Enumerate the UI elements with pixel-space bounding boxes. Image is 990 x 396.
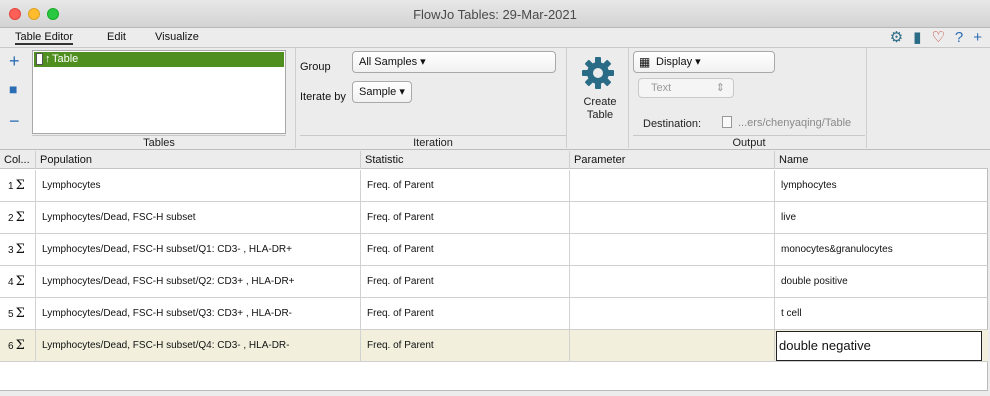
table-icon: ↑ — [45, 53, 51, 65]
create-table-label[interactable]: Create Table — [578, 96, 622, 122]
table-row[interactable]: 1Σ Lymphocytes Freq. of Parent lymphocyt… — [0, 170, 988, 202]
table-row-selected[interactable]: 6Σ Lymphocytes/Dead, FSC-H subset/Q4: CD… — [0, 330, 988, 362]
format-select-value: Text — [651, 82, 672, 94]
name-edit-field[interactable]: double negative — [776, 331, 982, 361]
duplicate-table-icon[interactable]: ■ — [9, 80, 17, 98]
row-index: 3Σ — [0, 234, 36, 266]
menu-table-editor[interactable]: Table Editor — [15, 31, 74, 45]
table-row[interactable]: 3Σ Lymphocytes/Dead, FSC-H subset/Q1: CD… — [0, 234, 988, 266]
statistic-cell[interactable]: Freq. of Parent — [361, 330, 570, 362]
statistic-cell[interactable]: Freq. of Parent — [361, 266, 570, 298]
row-index: 1Σ — [0, 170, 36, 202]
statistic-cell[interactable]: Freq. of Parent — [361, 202, 570, 234]
column-header-population[interactable]: Population — [36, 151, 361, 169]
column-header-parameter[interactable]: Parameter — [570, 151, 775, 169]
divider — [295, 48, 296, 148]
name-cell[interactable]: t cell — [775, 298, 988, 330]
population-cell[interactable]: Lymphocytes/Dead, FSC-H subset/Q2: CD3+ … — [36, 266, 361, 298]
tables-section-label: Tables — [32, 135, 286, 149]
display-dropdown[interactable]: ▦ Display ▾ — [633, 51, 775, 73]
table-item-label: Table — [52, 53, 79, 65]
menu-edit[interactable]: Edit — [107, 31, 126, 43]
sigma-icon: Σ — [15, 306, 25, 321]
table-list-item[interactable]: ↑ Table — [34, 52, 284, 67]
gear-icon[interactable]: ⚙ — [890, 29, 903, 47]
output-section-label: Output — [633, 135, 865, 149]
table-row[interactable]: 5Σ Lymphocytes/Dead, FSC-H subset/Q3: CD… — [0, 298, 988, 330]
window-title: FlowJo Tables: 29-Mar-2021 — [413, 7, 577, 22]
name-cell[interactable]: lymphocytes — [775, 170, 988, 202]
parameter-cell[interactable] — [570, 298, 775, 330]
group-dropdown[interactable]: All Samples ▾ — [352, 51, 556, 73]
destination-path[interactable]: ...ers/chenyaqing/Table — [722, 116, 851, 129]
create-label-line1: Create — [583, 96, 617, 108]
create-label-line2: Table — [586, 109, 614, 121]
column-header-col[interactable]: Col... — [0, 151, 36, 169]
divider — [866, 48, 867, 148]
menu-bar: Table Editor Edit Visualize ⚙ ▮ ♡ ? + — [0, 28, 990, 48]
help-icon[interactable]: ? — [955, 29, 963, 47]
sigma-icon: Σ — [15, 178, 25, 193]
menu-visualize[interactable]: Visualize — [155, 31, 199, 43]
stepper-arrows-icon: ⇕ — [715, 82, 725, 94]
table-grid-icon: ▦ — [639, 55, 651, 69]
parameter-cell[interactable] — [570, 170, 775, 202]
row-index: 2Σ — [0, 202, 36, 234]
heart-icon[interactable]: ♡ — [931, 29, 944, 47]
column-header-name[interactable]: Name — [775, 151, 988, 169]
statistic-cell[interactable]: Freq. of Parent — [361, 170, 570, 202]
parameter-cell[interactable] — [570, 266, 775, 298]
column-header-statistic[interactable]: Statistic — [361, 151, 570, 169]
parameter-cell[interactable] — [570, 234, 775, 266]
parameter-cell[interactable] — [570, 202, 775, 234]
display-dropdown-label: Display ▾ — [656, 56, 701, 68]
population-cell[interactable]: Lymphocytes/Dead, FSC-H subset/Q3: CD3+ … — [36, 298, 361, 330]
iterate-by-dropdown[interactable]: Sample ▾ — [352, 81, 412, 103]
statistics-table: Col... Population Statistic Parameter Na… — [0, 151, 988, 391]
sigma-icon: Σ — [15, 242, 25, 257]
title-bar: FlowJo Tables: 29-Mar-2021 — [0, 0, 990, 28]
row-index: 5Σ — [0, 298, 36, 330]
destination-label: Destination: — [643, 118, 702, 130]
destination-path-text: ...ers/chenyaqing/Table — [738, 117, 852, 129]
name-cell[interactable]: live — [775, 202, 988, 234]
population-cell[interactable]: Lymphocytes/Dead, FSC-H subset/Q4: CD3- … — [36, 330, 361, 362]
sigma-icon: Σ — [15, 210, 25, 225]
statistic-cell[interactable]: Freq. of Parent — [361, 234, 570, 266]
group-label: Group — [300, 61, 331, 73]
plus-icon[interactable]: + — [973, 29, 982, 47]
divider — [628, 48, 629, 148]
bookmark-icon[interactable]: ▮ — [913, 29, 921, 47]
row-index: 4Σ — [0, 266, 36, 298]
sigma-icon: Σ — [15, 338, 25, 353]
population-cell[interactable]: Lymphocytes/Dead, FSC-H subset — [36, 202, 361, 234]
iteration-section-label: Iteration — [300, 135, 566, 149]
table-row[interactable]: 4Σ Lymphocytes/Dead, FSC-H subset/Q2: CD… — [0, 266, 988, 298]
table-checkbox[interactable] — [36, 53, 43, 65]
tables-list[interactable]: ↑ Table — [32, 50, 286, 134]
add-table-icon[interactable]: + — [9, 52, 20, 70]
remove-table-icon[interactable]: − — [9, 112, 20, 130]
table-row[interactable]: 2Σ Lymphocytes/Dead, FSC-H subset Freq. … — [0, 202, 988, 234]
name-cell[interactable]: monocytes&granulocytes — [775, 234, 988, 266]
population-cell[interactable]: Lymphocytes/Dead, FSC-H subset/Q1: CD3- … — [36, 234, 361, 266]
row-index: 6Σ — [0, 330, 36, 362]
create-table-gear-icon[interactable] — [581, 56, 615, 90]
top-right-icons: ⚙ ▮ ♡ ? + — [890, 29, 982, 47]
format-select[interactable]: Text ⇕ — [638, 78, 734, 98]
file-icon — [722, 116, 732, 128]
table-header: Col... Population Statistic Parameter Na… — [0, 151, 988, 169]
statistic-cell[interactable]: Freq. of Parent — [361, 298, 570, 330]
iterate-by-label: Iterate by — [300, 91, 346, 103]
population-cell[interactable]: Lymphocytes — [36, 170, 361, 202]
name-cell[interactable]: double positive — [775, 266, 988, 298]
sigma-icon: Σ — [15, 274, 25, 289]
toolbar: + ■ − ↑ Table Tables Group All Samples ▾… — [0, 48, 990, 150]
divider — [566, 48, 567, 148]
parameter-cell[interactable] — [570, 330, 775, 362]
